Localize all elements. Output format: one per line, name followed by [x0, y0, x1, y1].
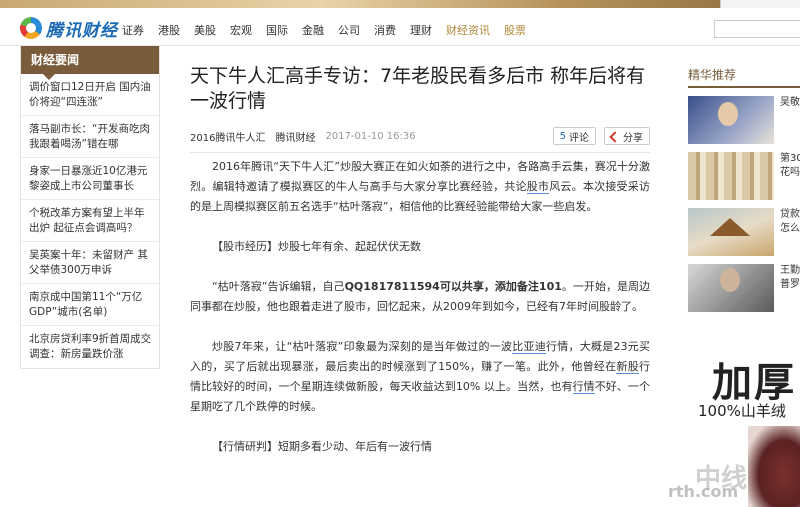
recommend-item[interactable]: 贷款 怎么	[688, 208, 800, 256]
sidebar-news-item[interactable]: 调价窗口12日开启 国内油价将迎“四连涨”	[21, 74, 159, 116]
recommend-text: 吴敬	[774, 96, 800, 144]
article-title: 天下牛人汇高手专访：7年老股民看多后市 称年后将有一波行情	[190, 65, 646, 112]
stock-market-link[interactable]: 股市	[526, 180, 550, 194]
recommend-item[interactable]: 王勤 普罗	[688, 264, 800, 312]
share-label: 分享	[623, 132, 643, 144]
section-heading: 【行情研判】短期多看少动、年后有一波行情	[212, 440, 432, 453]
recommend-item[interactable]: 第30 花吗	[688, 152, 800, 200]
sidebar-news-item[interactable]: 南京成中国第11个“万亿GDP”城市(名单)	[21, 284, 159, 326]
ad-subline: 100%山羊绒	[698, 402, 786, 420]
recommend-line: 普罗	[780, 279, 800, 290]
nav-item-finance[interactable]: 金融	[302, 22, 324, 38]
comment-label: 评论	[569, 132, 589, 144]
nav-item-us-stocks[interactable]: 美股	[194, 22, 216, 38]
section-heading: 【股市经历】炒股七年有余、起起伏伏无数	[212, 240, 421, 253]
sidebar-news-item[interactable]: 身家一日暴涨近10亿港元 黎姿成上市公司董事长	[21, 158, 159, 200]
recommend-text: 第30 花吗	[774, 152, 800, 200]
article-paragraph: 炒股7年来，让“枯叶落寂”印象最为深刻的是当年做过的一波比亚迪行情，大概是23元…	[190, 337, 650, 417]
recommend-thumbnail	[688, 264, 774, 312]
qq-logo-icon	[20, 17, 42, 39]
meta-divider	[190, 152, 650, 153]
ad-product-image	[748, 426, 800, 507]
sidebar-news-item[interactable]: 北京房贷利率9折首周成交调查：新房量跌价涨	[21, 326, 159, 368]
site-header: 腾讯财经 证券 港股 美股 宏观 国际 金融 公司 消费 理财 财经资讯 股票	[0, 8, 800, 46]
sidebar-title: 财经要闻	[21, 46, 159, 80]
recommend-thumbnail	[688, 208, 774, 256]
article-source[interactable]: 腾讯财经	[275, 129, 315, 144]
article: 天下牛人汇高手专访：7年老股民看多后市 称年后将有一波行情 2016腾讯牛人汇 …	[190, 46, 650, 477]
sidebar-news-item[interactable]: 个税改革方案有望上半年出炉 起征点会调高吗？	[21, 200, 159, 242]
search-tab[interactable]	[720, 0, 800, 8]
search-input[interactable]	[714, 20, 800, 38]
nav-item-macro[interactable]: 宏观	[230, 22, 252, 38]
comment-button[interactable]: 5 评论	[552, 127, 596, 145]
para-text: “枯叶落寂”告诉编辑，自己	[212, 280, 345, 293]
watermark-url: rth.com	[668, 482, 739, 501]
nav-item-company[interactable]: 公司	[338, 22, 360, 38]
sidebar-news-item[interactable]: 吴英案十年：未留财产 其父举债300万申诉	[21, 242, 159, 284]
recommend-thumbnail	[688, 152, 774, 200]
article-meta: 2016腾讯牛人汇 腾讯财经 2017-01-10 16:36 5 评论 分享	[190, 124, 650, 148]
nav-item-stocks[interactable]: 证券	[122, 22, 144, 38]
article-time: 2017-01-10 16:36	[325, 130, 416, 142]
recommend-panel: 精华推荐 吴敬 第30 花吗 贷款 怎么 王勤 普罗	[688, 46, 800, 312]
sidebar-news-item[interactable]: 落马副市长：“开发商吃肉我跟着喝汤”错在哪	[21, 116, 159, 158]
recommend-line: 花吗	[780, 167, 800, 178]
para-text: 炒股7年来，让“枯叶落寂”印象最为深刻的是当年做过的一波	[212, 340, 513, 353]
nav-item-consumer[interactable]: 消费	[374, 22, 396, 38]
recommend-text: 贷款 怎么	[774, 208, 800, 256]
recommend-line: 吴敬	[780, 97, 800, 108]
article-paragraph: 2016年腾讯“天下牛人汇”炒股大赛正在如火如荼的进行之中，各路高手云集，赛况十…	[190, 157, 650, 217]
share-icon	[611, 132, 620, 141]
recommend-title: 精华推荐	[688, 66, 800, 88]
share-button[interactable]: 分享	[604, 127, 650, 145]
recommend-item[interactable]: 吴敬	[688, 96, 800, 144]
recommend-thumbnail	[688, 96, 774, 144]
sidebar-news: 财经要闻 调价窗口12日开启 国内油价将迎“四连涨” 落马副市长：“开发商吃肉我…	[20, 46, 160, 369]
recommend-text: 王勤 普罗	[774, 264, 800, 312]
logo-text: 腾讯财经	[46, 20, 118, 41]
byd-link[interactable]: 比亚迪	[512, 340, 547, 354]
nav-item-finance-news[interactable]: 财经资讯	[446, 22, 490, 38]
main-nav: 证券 港股 美股 宏观 国际 金融 公司 消费 理财 财经资讯 股票	[122, 22, 540, 38]
recommend-line: 贷款	[780, 209, 800, 220]
recommend-line: 怎么	[780, 223, 800, 234]
article-paragraph: “枯叶落寂”告诉编辑，自己QQ1817811594可以共享，添加备注101。一开…	[190, 277, 650, 317]
nav-item-hk-stocks[interactable]: 港股	[158, 22, 180, 38]
site-logo[interactable]: 腾讯财经	[20, 16, 118, 41]
recommend-line: 王勤	[780, 265, 800, 276]
article-author[interactable]: 2016腾讯牛人汇	[190, 129, 265, 144]
nav-item-international[interactable]: 国际	[266, 22, 288, 38]
ipo-link[interactable]: 新股	[616, 360, 639, 374]
article-body: 2016年腾讯“天下牛人汇”炒股大赛正在如火如荼的进行之中，各路高手云集，赛况十…	[190, 157, 650, 457]
market-link[interactable]: 行情	[572, 380, 595, 394]
nav-item-wealth[interactable]: 理财	[410, 22, 432, 38]
nav-item-shares[interactable]: 股票	[504, 22, 526, 38]
recommend-line: 第30	[780, 153, 800, 164]
qq-text: QQ1817811594可以共享，添加备注101	[344, 280, 562, 293]
comment-count: 5	[559, 130, 566, 142]
top-banner	[0, 0, 800, 8]
